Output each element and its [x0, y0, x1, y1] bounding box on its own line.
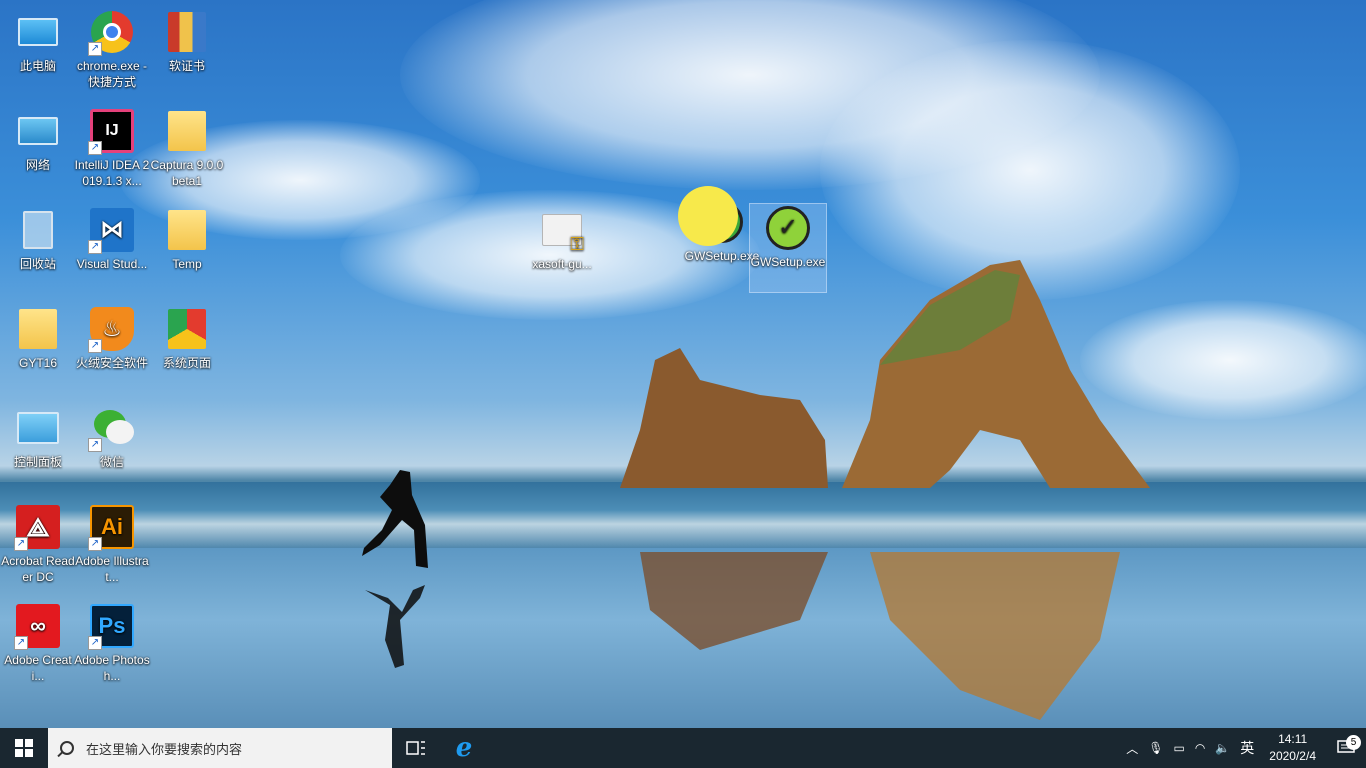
- desktop-icon-label: 回收站: [19, 257, 56, 271]
- task-view-button[interactable]: [392, 728, 440, 768]
- desktop-icon-label: chrome.exe - 快捷方式: [76, 59, 148, 89]
- chrome-folder-icon: [163, 305, 211, 353]
- action-center-button[interactable]: 5: [1326, 735, 1366, 756]
- desktop-icon-network[interactable]: 网络: [0, 107, 76, 173]
- desktop-icon-huorong[interactable]: ♨ ↗ 火绒安全软件: [74, 305, 150, 371]
- desktop-icon-label: IntelliJ IDEA 2019.1.3 x...: [74, 158, 150, 188]
- microphone-icon[interactable]: 🎙: [1143, 741, 1168, 755]
- illustrator-icon: Ai ↗: [88, 503, 136, 551]
- control-panel-icon: [14, 404, 62, 452]
- battery-icon[interactable]: ▭: [1169, 741, 1190, 755]
- system-tray: ︿ 🎙 ▭ ◠ 🔈 英 14:11 2020/2/4 5: [1121, 728, 1366, 768]
- show-hidden-icons-chevron-up-icon[interactable]: ︿: [1121, 740, 1143, 757]
- desktop-icon-gyt16[interactable]: GYT16: [0, 305, 76, 371]
- notification-count-badge: 5: [1346, 735, 1361, 750]
- desktop-icon-control-panel[interactable]: 控制面板: [0, 404, 76, 470]
- desktop-icon-this-pc[interactable]: 此电脑: [0, 8, 76, 74]
- certificate-icon: ⚿: [538, 206, 586, 254]
- desktop-icon-label: Acrobat Reader DC: [1, 554, 75, 584]
- desktop-icon-captura[interactable]: Captura 9.0.0 beta1: [149, 107, 225, 189]
- desktop-icon-chrome[interactable]: ↗ chrome.exe - 快捷方式: [74, 8, 150, 90]
- desktop-icon-label: 此电脑: [19, 59, 56, 73]
- desktop-icon-acrobat[interactable]: ⟁ ↗ Acrobat Reader DC: [0, 503, 76, 585]
- wifi-icon[interactable]: ◠: [1190, 741, 1210, 755]
- taskbar-search-box[interactable]: 在这里输入你要搜索的内容: [48, 728, 392, 768]
- desktop-icon-recycle-bin[interactable]: 回收站: [0, 206, 76, 272]
- desktop-icon-label: 火绒安全软件: [75, 356, 148, 370]
- search-icon: [60, 741, 74, 755]
- desktop-icon-soft-certificate[interactable]: 软证书: [149, 8, 225, 74]
- desktop-icon-label: Adobe Creati...: [4, 653, 72, 683]
- network-icon: [14, 107, 62, 155]
- search-placeholder: 在这里输入你要搜索的内容: [86, 741, 243, 757]
- desktop-icon-xasoft[interactable]: ⚿ xasoft-gu...: [524, 206, 600, 272]
- recycle-bin-icon: [14, 206, 62, 254]
- huorong-icon: ♨ ↗: [88, 305, 136, 353]
- acrobat-icon: ⟁ ↗: [14, 503, 62, 551]
- archive-icon: [163, 8, 211, 56]
- taskbar-clock[interactable]: 14:11 2020/2/4: [1259, 731, 1326, 765]
- desktop-icon-photoshop[interactable]: Ps ↗ Adobe Photosh...: [74, 602, 150, 684]
- cursor-highlight: [678, 186, 738, 246]
- desktop-icon-label: 微信: [99, 455, 124, 469]
- desktop-icon-label: 网络: [25, 158, 50, 172]
- clock-date: 2020/2/4: [1269, 749, 1316, 763]
- internet-explorer-icon: e: [455, 733, 473, 763]
- photoshop-icon: Ps ↗: [88, 602, 136, 650]
- visual-studio-icon: ⋈ ↗: [88, 206, 136, 254]
- desktop-icon-label: 控制面板: [13, 455, 62, 469]
- clock-time: 14:11: [1278, 732, 1308, 746]
- desktop-icon-creative-cloud[interactable]: ∞ ↗ Adobe Creati...: [0, 602, 76, 684]
- desktop-icon-label: GYT16: [18, 356, 57, 370]
- gwsetup-icon: ✓: [764, 204, 812, 252]
- folder-icon: [163, 206, 211, 254]
- start-button[interactable]: [0, 728, 48, 768]
- desktop-icon-temp[interactable]: Temp: [149, 206, 225, 272]
- desktop-icon-wechat[interactable]: ↗ 微信: [74, 404, 150, 470]
- windows-logo-icon: [15, 739, 33, 757]
- desktop-icon-visual-studio[interactable]: ⋈ ↗ Visual Stud...: [74, 206, 150, 272]
- desktop-icon-label: Adobe Illustrat...: [75, 554, 149, 584]
- desktop-icon-gwsetup-2[interactable]: ✓ GWSetup.exe: [749, 203, 827, 293]
- desktop-icon-label: Temp: [172, 257, 202, 271]
- chrome-icon: ↗: [88, 8, 136, 56]
- desktop-icon-label: GWSetup.exe: [684, 249, 760, 263]
- volume-icon[interactable]: 🔈: [1210, 741, 1235, 755]
- desktop-icon-label: Adobe Photosh...: [74, 653, 150, 683]
- desktop-icon-label: 系统页面: [162, 356, 211, 370]
- desktop-icon-label: Visual Stud...: [76, 257, 148, 271]
- creative-cloud-icon: ∞ ↗: [14, 602, 62, 650]
- taskbar: 在这里输入你要搜索的内容 e ︿ 🎙 ▭ ◠ 🔈 英 14:11 2020/2/…: [0, 728, 1366, 768]
- user-folder-icon: [14, 305, 62, 353]
- desktop-icon-label: Captura 9.0.0 beta1: [150, 158, 224, 188]
- desktop-icon-intellij[interactable]: IJ ↗ IntelliJ IDEA 2019.1.3 x...: [74, 107, 150, 189]
- task-view-icon: [406, 741, 425, 755]
- desktop-icon-label: GWSetup.exe: [750, 255, 826, 269]
- ime-indicator[interactable]: 英: [1235, 738, 1259, 758]
- desktop-icon-system-page[interactable]: 系统页面: [149, 305, 225, 371]
- computer-icon: [14, 8, 62, 56]
- intellij-icon: IJ ↗: [88, 107, 136, 155]
- wechat-icon: ↗: [88, 404, 136, 452]
- desktop-icon-label: 软证书: [168, 59, 205, 73]
- folder-icon: [163, 107, 211, 155]
- desktop-icon-illustrator[interactable]: Ai ↗ Adobe Illustrat...: [74, 503, 150, 585]
- taskbar-internet-explorer[interactable]: e: [440, 728, 488, 768]
- desktop-icon-label: xasoft-gu...: [532, 257, 592, 271]
